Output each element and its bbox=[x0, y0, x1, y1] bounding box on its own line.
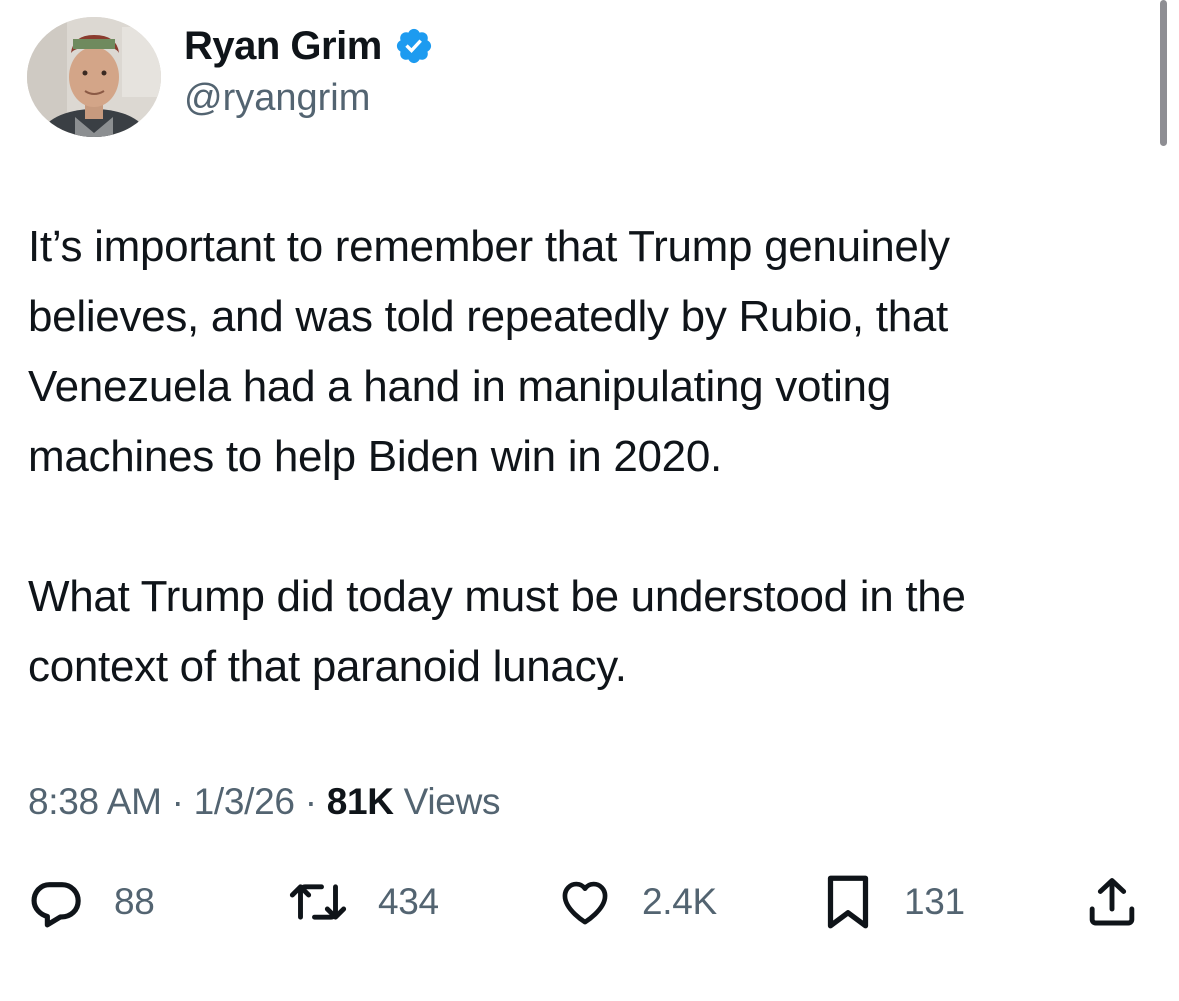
verified-badge-icon bbox=[396, 28, 431, 64]
avatar[interactable] bbox=[27, 17, 161, 137]
bookmark-count: 131 bbox=[904, 881, 965, 922]
meta-separator: · bbox=[161, 781, 194, 822]
views-count[interactable]: 81K bbox=[327, 781, 394, 822]
tweet-action-bar: 88 434 2.4K 131 bbox=[0, 874, 1179, 930]
reply-button[interactable]: 88 bbox=[28, 874, 155, 930]
tweet-time[interactable]: 8:38 AM bbox=[28, 781, 162, 822]
author-display-name[interactable]: Ryan Grim bbox=[184, 22, 382, 70]
repost-count: 434 bbox=[378, 881, 439, 922]
tweet-metadata: 8:38 AM · 1/3/26 · 81K Views bbox=[28, 778, 501, 826]
repost-icon bbox=[289, 884, 347, 920]
heart-icon bbox=[562, 881, 608, 925]
like-button[interactable]: 2.4K bbox=[556, 874, 717, 930]
author-name-row[interactable]: Ryan Grim bbox=[184, 22, 434, 70]
tweet-paragraph-2: What Trump did today must be understood … bbox=[28, 572, 966, 691]
like-count: 2.4K bbox=[642, 881, 717, 922]
scrollbar[interactable] bbox=[1160, 0, 1167, 146]
bookmark-button[interactable]: 131 bbox=[822, 874, 965, 930]
tweet-date[interactable]: 1/3/26 bbox=[194, 781, 295, 822]
avatar-photo-icon bbox=[27, 17, 161, 137]
views-label: Views bbox=[393, 781, 501, 822]
reply-count: 88 bbox=[114, 881, 155, 922]
meta-separator: · bbox=[294, 781, 327, 822]
share-button[interactable] bbox=[1084, 874, 1140, 930]
tweet-text: It’s important to remember that Trump ge… bbox=[28, 212, 1158, 702]
share-icon bbox=[1089, 878, 1135, 926]
repost-button[interactable]: 434 bbox=[286, 874, 439, 930]
bookmark-icon bbox=[827, 875, 869, 929]
author-handle[interactable]: @ryangrim bbox=[184, 74, 370, 122]
reply-icon bbox=[31, 882, 81, 928]
tweet-paragraph-1: It’s important to remember that Trump ge… bbox=[28, 222, 950, 481]
